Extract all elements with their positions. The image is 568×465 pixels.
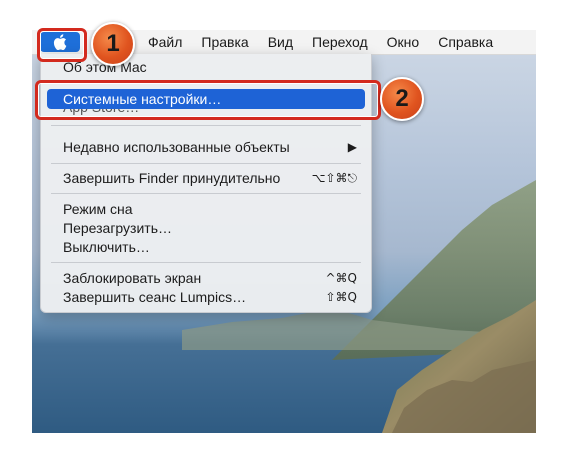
menu-separator — [51, 262, 361, 263]
menu-view[interactable]: Вид — [268, 34, 293, 50]
menu-file[interactable]: Файл — [148, 34, 182, 50]
callout-box-2 — [35, 80, 381, 120]
menu-item-label: Завершить Finder принудительно — [63, 170, 281, 186]
menu-item-log-out[interactable]: Завершить сеанс Lumpics… ⇧⌘Q — [41, 287, 371, 307]
menu-window[interactable]: Окно — [387, 34, 420, 50]
menu-item-label: Завершить сеанс Lumpics… — [63, 289, 247, 305]
callout-box-1 — [37, 28, 87, 62]
callout-badge-1: 1 — [91, 22, 135, 66]
menu-item-label: Заблокировать экран — [63, 270, 202, 286]
menu-separator — [51, 163, 361, 164]
shortcut-label: ⇧⌘Q — [325, 290, 358, 304]
shortcut-label: ^⌘Q — [325, 271, 358, 285]
menu-item-restart[interactable]: Перезагрузить… — [41, 218, 371, 238]
menu-item-label: Перезагрузить… — [63, 220, 172, 236]
menu-item-force-quit[interactable]: Завершить Finder принудительно ⌥⇧⌘⎋ — [41, 168, 371, 188]
callout-badge-2: 2 — [380, 77, 424, 121]
shortcut-label: ⌥⇧⌘⎋ — [311, 170, 357, 185]
menu-help[interactable]: Справка — [438, 34, 493, 50]
menu-item-sleep[interactable]: Режим сна — [41, 199, 371, 219]
menu-item-recent-items[interactable]: Недавно использованные объекты ▶ — [41, 137, 371, 157]
menu-item-about-mac[interactable]: Об этом Mac — [41, 57, 371, 77]
menu-item-label: Выключить… — [63, 239, 150, 255]
menu-edit[interactable]: Правка — [201, 34, 248, 50]
menu-item-label: Недавно использованные объекты — [63, 139, 290, 155]
menu-separator — [51, 125, 361, 126]
submenu-arrow-icon: ▶ — [347, 140, 357, 154]
menu-item-lock-screen[interactable]: Заблокировать экран ^⌘Q — [41, 268, 371, 288]
menu-go[interactable]: Переход — [312, 34, 368, 50]
menu-item-label: Режим сна — [63, 201, 133, 217]
menu-item-shutdown[interactable]: Выключить… — [41, 237, 371, 257]
menu-separator — [51, 193, 361, 194]
